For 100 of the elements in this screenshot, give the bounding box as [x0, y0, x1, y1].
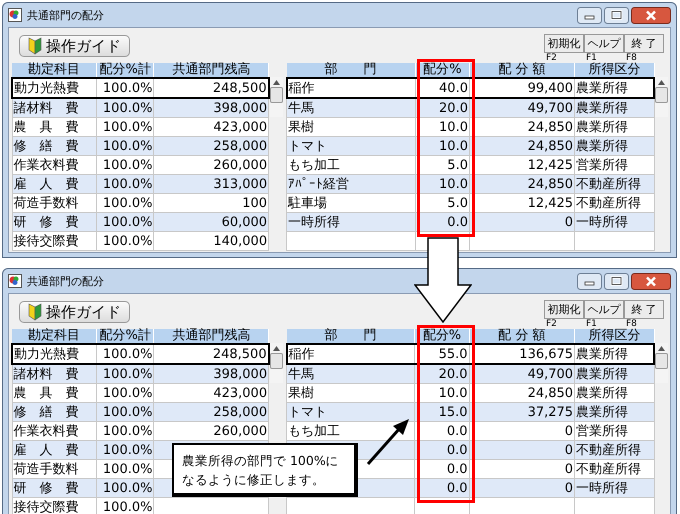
toolbar-button[interactable]: 初期化	[544, 34, 584, 53]
table-row[interactable]: トマト 10.0 24,850 農業所得	[286, 136, 654, 156]
scrollbar[interactable]	[655, 343, 668, 383]
table-row[interactable]: 修 繕 費 100.0% 258,000	[12, 402, 269, 422]
table-cell: 15.0	[438, 404, 468, 420]
scroll-up-icon[interactable]	[658, 346, 665, 351]
table-cell: 258,000	[213, 138, 268, 154]
table-cell: 動力光熱費	[14, 346, 79, 362]
toolbar-button[interactable]: ヘルプ	[584, 300, 624, 319]
table-cell: 24,850	[528, 386, 574, 400]
table-cell: 37,275	[528, 404, 574, 420]
table-row[interactable]: 接待交際費 100.0% 140,000	[12, 232, 269, 250]
app-icon	[8, 274, 22, 288]
table-cell: 100.0%	[102, 424, 152, 438]
minimize-button[interactable]	[577, 272, 602, 290]
table-cell: 12,425	[528, 196, 574, 210]
toolbar-button[interactable]: 終 了	[624, 34, 664, 53]
table-row[interactable]: もち加工 0.0 0 営業所得	[286, 422, 654, 440]
table-row[interactable]: ｱﾊﾟｰﾄ経営 10.0 24,850 不動産所得	[286, 174, 654, 194]
table-row[interactable]: 作業衣料費 100.0% 260,000	[12, 156, 269, 174]
table-row[interactable]: 稲作 40.0 99,400 農業所得	[286, 78, 654, 98]
table-cell: 100.0%	[102, 80, 152, 96]
table-row[interactable]: 農 具 費 100.0% 423,000	[12, 118, 269, 136]
table-cell: 100.0%	[102, 196, 152, 210]
table-row[interactable]: 果樹 10.0 24,850 農業所得	[286, 118, 654, 136]
table-row[interactable]: 荷造手数料 100.0% 100	[12, 194, 269, 212]
table-cell: 60,000	[222, 214, 268, 230]
table-row[interactable]: もち加工 5.0 12,425 営業所得	[286, 156, 654, 174]
table-cell: 24,850	[528, 176, 574, 192]
scrollbar[interactable]	[270, 77, 283, 117]
table-row[interactable]: 牛馬 20.0 49,700 農業所得	[286, 364, 654, 384]
toolbar-button[interactable]: 終 了	[624, 300, 664, 319]
table-cell: 研 修 費	[14, 480, 78, 496]
table-cell: 稲作	[288, 80, 315, 96]
table-row[interactable]: 動力光熱費 100.0% 248,500	[12, 344, 269, 364]
table-cell: 100.0%	[102, 462, 152, 476]
guide-button[interactable]: 操作ガイド	[19, 35, 130, 57]
table-row[interactable]	[286, 232, 654, 250]
table-cell: 100.0%	[102, 158, 152, 172]
table-row[interactable]: 作業衣料費 100.0% 260,000	[12, 422, 269, 440]
shortcut-key-label: F1	[585, 53, 597, 63]
table-cell: 423,000	[213, 386, 268, 400]
table-row[interactable]: 稲作 55.0 136,675 農業所得	[286, 344, 654, 364]
scroll-up-icon[interactable]	[272, 346, 280, 351]
scrollbar[interactable]	[655, 77, 668, 117]
table-cell: 不動産所得	[576, 442, 642, 458]
table-row[interactable]	[286, 498, 654, 514]
table-cell: ｱﾊﾟｰﾄ経営	[288, 176, 350, 192]
table-cell: 258,000	[213, 404, 268, 420]
minimize-button[interactable]	[577, 6, 602, 24]
table-row[interactable]: 果樹 10.0 24,850 農業所得	[286, 384, 654, 402]
scrollbar[interactable]	[270, 343, 283, 383]
table-cell: 作業衣料費	[14, 158, 78, 172]
scroll-up-icon[interactable]	[272, 80, 280, 85]
toolbar-button[interactable]: ヘルプ	[584, 34, 624, 53]
scroll-up-icon[interactable]	[658, 80, 665, 85]
table-row[interactable]: 雇 人 費 100.0% 313,000	[12, 174, 269, 194]
table-cell: 248,500	[212, 80, 267, 96]
table-cell: 農業所得	[576, 120, 628, 134]
table-cell: 農業所得	[576, 404, 628, 420]
table-cell: 423,000	[213, 120, 268, 134]
table-cell: 100.0%	[102, 234, 152, 248]
table-cell: 諸材料 費	[14, 100, 78, 116]
table-row[interactable]: 接待交際費 100.0%	[12, 498, 269, 514]
table-cell: 農業所得	[576, 138, 628, 154]
table-cell: 一時所得	[576, 480, 628, 496]
maximize-button[interactable]	[604, 6, 629, 24]
close-button[interactable]	[631, 272, 671, 290]
table-row[interactable]: 諸材料 費 100.0% 398,000	[12, 98, 269, 118]
table-cell: 農 具 費	[14, 386, 78, 400]
shortcut-key-label: F8	[626, 53, 637, 63]
table-row[interactable]: 研 修 費 100.0% 60,000	[12, 212, 269, 232]
toolbar-button[interactable]: 初期化	[544, 300, 584, 319]
table-row[interactable]: 諸材料 費 100.0% 398,000	[12, 364, 269, 384]
table-cell: 100	[242, 196, 268, 210]
table-cell: 雇 人 費	[14, 176, 78, 192]
table-cell: 接待交際費	[14, 500, 78, 514]
table-row[interactable]: 農 具 費 100.0% 423,000	[12, 384, 269, 402]
shortcut-key-label: F1	[585, 319, 597, 329]
table-row[interactable]: トマト 15.0 37,275 農業所得	[286, 402, 654, 422]
table-row[interactable]: 動力光熱費 100.0% 248,500	[12, 78, 269, 98]
maximize-button[interactable]	[604, 272, 629, 290]
column-header: 共通部門残高	[154, 329, 269, 344]
table-cell: 一時所得	[288, 214, 340, 230]
window-title: 共通部門の配分	[27, 274, 104, 288]
guide-button[interactable]: 操作ガイド	[19, 301, 130, 323]
table-cell: 作業衣料費	[14, 424, 78, 438]
table-cell: 果樹	[288, 386, 314, 400]
table-row[interactable]: 一時所得 0.0 0 一時所得	[286, 212, 654, 232]
table-cell: 10.0	[439, 176, 468, 192]
table-cell: 牛馬	[288, 100, 314, 116]
close-button[interactable]	[631, 6, 671, 24]
table-row[interactable]: 修 繕 費 100.0% 258,000	[12, 136, 269, 156]
table-cell: 0.0	[446, 462, 468, 476]
table-row[interactable]: 駐車場 5.0 12,425 不動産所得	[286, 194, 654, 212]
table-cell: 100.0%	[102, 346, 152, 362]
table-cell: 0.0	[446, 424, 468, 438]
table-cell: 100.0%	[102, 500, 152, 514]
table-row[interactable]: 牛馬 20.0 49,700 農業所得	[286, 98, 654, 118]
table-cell: 5.0	[447, 196, 468, 210]
